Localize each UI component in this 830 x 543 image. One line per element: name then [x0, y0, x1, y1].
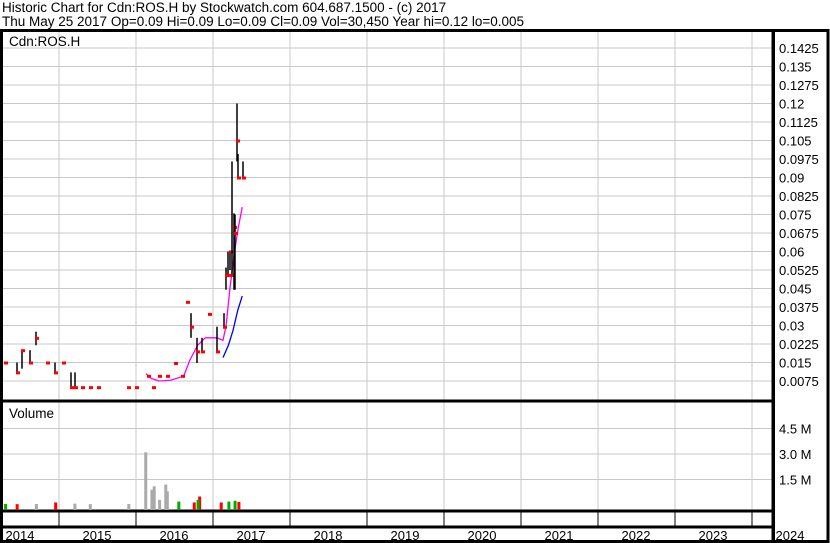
volume-bar	[196, 499, 200, 510]
close-mark	[190, 325, 194, 329]
price-tick-label: 0.0975	[779, 152, 819, 167]
volume-tick-label: 3.0 M	[779, 447, 812, 462]
close-mark	[135, 386, 139, 390]
volume-bar	[4, 503, 8, 510]
price-tick-label: 0.1275	[779, 78, 819, 93]
volume-bar	[127, 503, 131, 510]
chart-frame	[0, 29, 775, 543]
price-tick-label: 0.1425	[779, 41, 819, 56]
price-tick-label: 0.015	[779, 356, 812, 371]
price-tick-label: 0.1125	[779, 115, 818, 130]
price-tick-label: 0.105	[779, 134, 812, 149]
close-mark	[29, 361, 33, 365]
price-tick-label: 0.075	[779, 208, 812, 223]
close-mark	[35, 336, 39, 340]
volume-bar	[227, 501, 231, 510]
volume-bar	[34, 503, 38, 510]
close-mark	[16, 371, 20, 375]
close-mark	[97, 386, 101, 390]
volume-bar	[88, 504, 92, 510]
price-tick-label: 0.045	[779, 282, 812, 297]
chart-window: Historic Chart for Cdn:ROS.H by Stockwat…	[0, 0, 830, 543]
close-mark	[4, 361, 8, 365]
close-mark	[70, 386, 74, 390]
close-mark	[127, 386, 131, 390]
close-mark	[152, 386, 156, 390]
volume-bar	[54, 502, 58, 510]
close-mark	[242, 176, 246, 180]
volume-tick-label: 4.5 M	[779, 422, 812, 437]
close-mark	[166, 374, 170, 378]
close-mark	[46, 361, 50, 365]
close-mark	[54, 371, 58, 375]
volume-bar	[233, 500, 237, 510]
volume-bar	[73, 503, 77, 510]
price-tick-label: 0.0075	[779, 374, 819, 389]
volume-bar	[237, 501, 241, 510]
volume-bar	[152, 486, 156, 510]
volume-bar	[165, 491, 169, 510]
close-mark	[181, 374, 185, 378]
close-mark	[227, 273, 231, 277]
volume-bar	[15, 504, 19, 510]
price-tick-label: 0.0525	[779, 263, 819, 278]
close-mark	[186, 300, 190, 304]
price-tick-label: 0.06	[779, 245, 804, 260]
close-mark	[21, 349, 25, 353]
close-mark	[174, 361, 178, 365]
close-mark	[237, 176, 241, 180]
close-mark	[89, 386, 93, 390]
close-mark	[234, 232, 238, 235]
price-tick-label: 0.12	[779, 97, 804, 112]
price-tick-label: 0.0375	[779, 300, 819, 315]
volume-bar	[158, 499, 162, 510]
close-mark	[223, 325, 227, 329]
close-mark	[147, 374, 151, 378]
price-tick-label: 0.0225	[779, 337, 819, 352]
close-mark	[208, 312, 212, 316]
close-mark	[74, 386, 78, 390]
price-tick-label: 0.09	[779, 171, 804, 186]
close-mark	[216, 350, 220, 354]
volume-bar	[219, 502, 223, 510]
volume-bar	[192, 502, 196, 510]
volume-label: Volume	[9, 406, 54, 421]
price-volume-chart: 0.1425 0.135 0.1275 0.12 0.1125 0.105 0.0975 0.…	[0, 29, 830, 543]
close-mark	[236, 139, 240, 143]
price-tick-label: 0.135	[779, 60, 812, 75]
price-tick-label: 0.0675	[779, 226, 819, 241]
close-mark	[196, 350, 200, 354]
volume-bar	[177, 501, 181, 510]
close-mark	[201, 350, 205, 354]
volume-bar	[144, 452, 148, 510]
close-mark	[62, 361, 66, 365]
symbol-label: Cdn:ROS.H	[9, 34, 80, 49]
price-tick-label: 0.03	[779, 319, 804, 334]
close-mark	[158, 374, 162, 378]
close-mark	[81, 386, 85, 390]
price-tick-label: 0.0825	[779, 189, 819, 204]
volume-tick-label: 1.5 M	[779, 473, 812, 488]
